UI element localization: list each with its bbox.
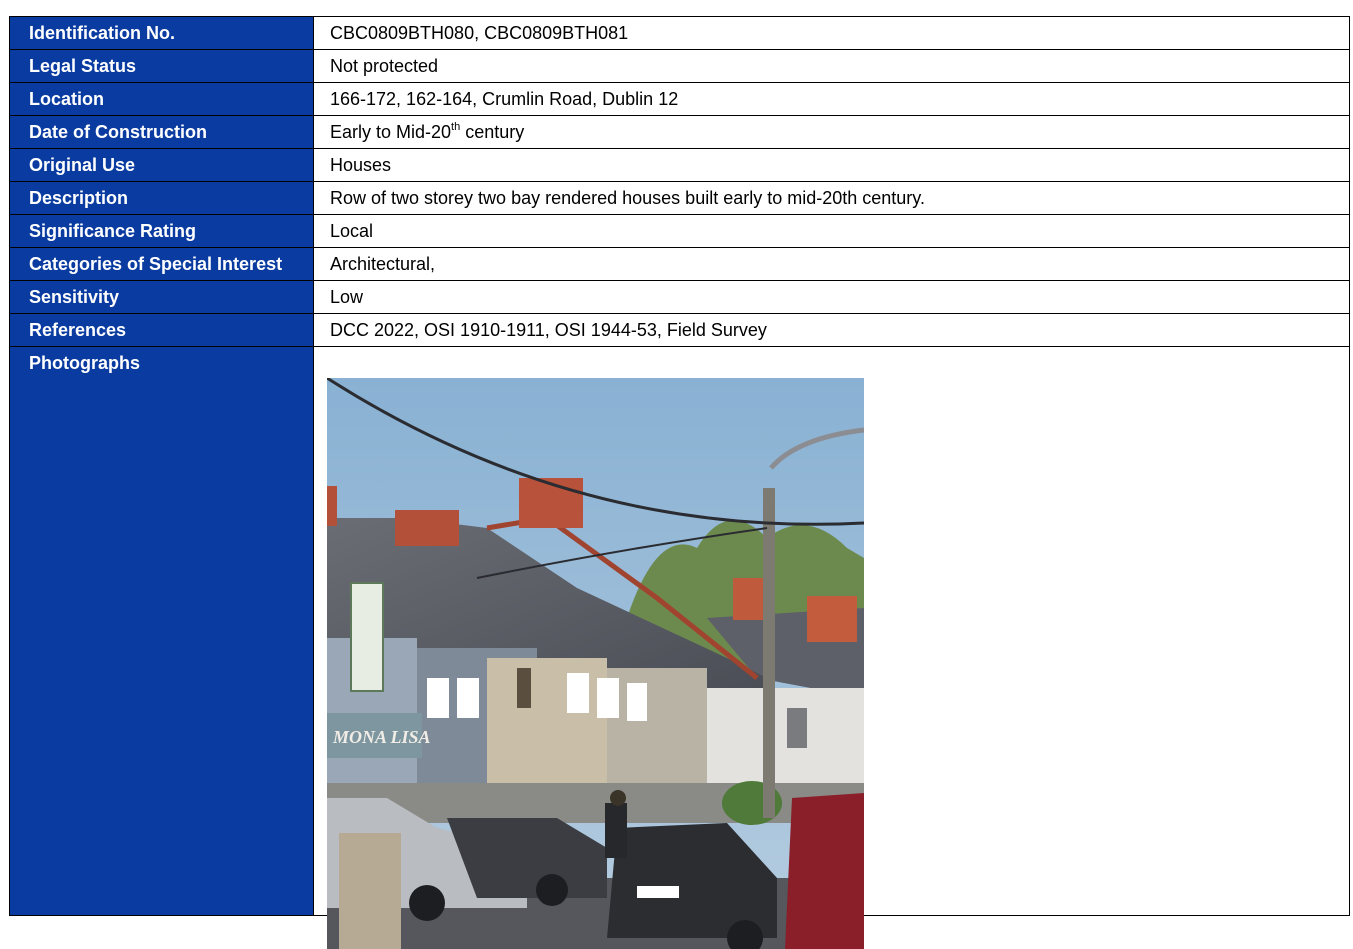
photo-utility-pole bbox=[763, 488, 775, 818]
label-legal-status: Legal Status bbox=[9, 49, 314, 83]
photo-window-3 bbox=[517, 668, 531, 708]
label-location: Location bbox=[9, 82, 314, 116]
photo-chimney-5 bbox=[327, 486, 337, 526]
row-date-of-construction: Date of Construction Early to Mid-20th c… bbox=[9, 115, 1350, 149]
row-original-use: Original Use Houses bbox=[9, 148, 1350, 182]
value-location: 166-172, 162-164, Crumlin Road, Dublin 1… bbox=[313, 82, 1350, 116]
photo-person bbox=[605, 803, 627, 858]
value-legal-status: Not protected bbox=[313, 49, 1350, 83]
value-significance-rating: Local bbox=[313, 214, 1350, 248]
date-ordinal-suffix: th bbox=[451, 121, 461, 133]
photo-window-5 bbox=[597, 678, 619, 718]
photo-chimney-2 bbox=[395, 510, 459, 546]
date-text-main: Early to Mid-20 bbox=[330, 122, 452, 142]
photo-window-1 bbox=[427, 678, 449, 718]
photo-window-7 bbox=[787, 708, 807, 748]
photo-person-head bbox=[610, 790, 626, 806]
photo-wheel-2 bbox=[536, 874, 568, 906]
photo-utility-box bbox=[339, 833, 401, 949]
photo-number-plate bbox=[637, 886, 679, 898]
photo-hanging-sign bbox=[350, 582, 384, 692]
photo-illustration: MONA LISA bbox=[327, 378, 864, 949]
value-identification: CBC0809BTH080, CBC0809BTH081 bbox=[313, 16, 1350, 50]
date-text-end: century bbox=[460, 122, 525, 142]
photo-window-6 bbox=[627, 683, 647, 721]
label-sensitivity: Sensitivity bbox=[9, 280, 314, 314]
street-photograph: MONA LISA bbox=[327, 378, 864, 949]
label-references: References bbox=[9, 313, 314, 347]
row-location: Location 166-172, 162-164, Crumlin Road,… bbox=[9, 82, 1350, 116]
photo-window-2 bbox=[457, 678, 479, 718]
row-significance-rating: Significance Rating Local bbox=[9, 214, 1350, 248]
value-references: DCC 2022, OSI 1910-1911, OSI 1944-53, Fi… bbox=[313, 313, 1350, 347]
label-photographs: Photographs bbox=[9, 346, 314, 916]
photo-window-4 bbox=[567, 673, 589, 713]
value-categories-of-special-interest: Architectural, bbox=[313, 247, 1350, 281]
photo-red-van bbox=[785, 793, 864, 949]
value-description: Row of two storey two bay rendered house… bbox=[313, 181, 1350, 215]
row-description: Description Row of two storey two bay re… bbox=[9, 181, 1350, 215]
value-sensitivity: Low bbox=[313, 280, 1350, 314]
row-legal-status: Legal Status Not protected bbox=[9, 49, 1350, 83]
label-significance-rating: Significance Rating bbox=[9, 214, 314, 248]
label-original-use: Original Use bbox=[9, 148, 314, 182]
value-original-use: Houses bbox=[313, 148, 1350, 182]
row-sensitivity: Sensitivity Low bbox=[9, 280, 1350, 314]
photo-facade-right bbox=[607, 668, 707, 788]
photo-wheel-1 bbox=[409, 885, 445, 921]
label-categories-of-special-interest: Categories of Special Interest bbox=[9, 247, 314, 281]
row-identification: Identification No. CBC0809BTH080, CBC080… bbox=[9, 16, 1350, 50]
label-date-of-construction: Date of Construction bbox=[9, 115, 314, 149]
photo-facade-far bbox=[707, 688, 864, 788]
photo-shop-sign-text: MONA LISA bbox=[332, 727, 431, 747]
label-description: Description bbox=[9, 181, 314, 215]
row-categories-of-special-interest: Categories of Special Interest Architect… bbox=[9, 247, 1350, 281]
label-identification: Identification No. bbox=[9, 16, 314, 50]
photo-chimney-4 bbox=[807, 596, 857, 642]
row-references: References DCC 2022, OSI 1910-1911, OSI … bbox=[9, 313, 1350, 347]
value-date-of-construction: Early to Mid-20th century bbox=[313, 115, 1350, 149]
